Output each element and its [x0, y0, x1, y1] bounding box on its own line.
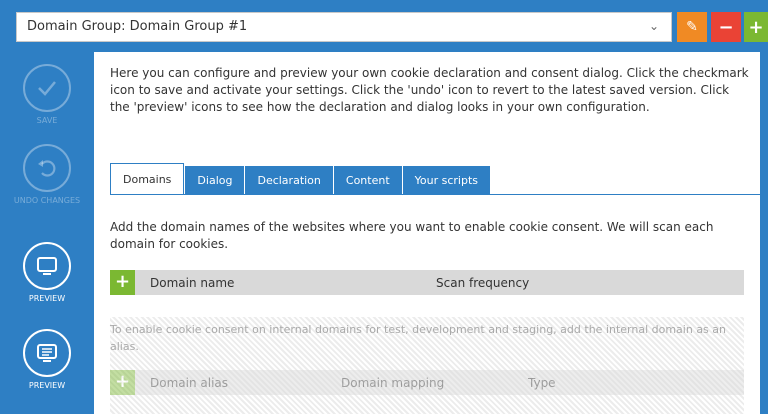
add-group-button[interactable]: + — [744, 12, 768, 42]
sidebar: SAVE UNDO CHANGES PREVIEW PREVIEW — [0, 52, 94, 414]
right-edge — [760, 52, 768, 414]
save-button[interactable]: SAVE — [0, 64, 94, 125]
undo-button[interactable]: UNDO CHANGES — [0, 144, 94, 205]
col-type: Type — [528, 376, 556, 390]
col-domain-mapping: Domain mapping — [341, 376, 445, 390]
preview-declaration-button[interactable]: PREVIEW — [0, 329, 94, 390]
undo-label: UNDO CHANGES — [13, 196, 81, 205]
checkmark-icon — [23, 64, 71, 112]
tab-content[interactable]: Content — [333, 166, 402, 195]
tab-underline — [110, 194, 760, 195]
domain-group-select-value: Domain Group: Domain Group #1 — [27, 19, 248, 34]
alias-note: To enable cookie consent on internal dom… — [110, 323, 726, 353]
add-domain-button[interactable]: + — [110, 270, 135, 295]
edit-group-button[interactable]: ✎ — [677, 12, 707, 42]
tab-declaration[interactable]: Declaration — [245, 166, 333, 195]
domain-table-header: + Domain name Scan frequency — [110, 270, 744, 295]
pencil-icon: ✎ — [686, 19, 698, 35]
col-domain-name: Domain name — [150, 276, 235, 290]
alias-table-header: + Domain alias Domain mapping Type — [110, 370, 744, 395]
plus-icon: + — [748, 16, 764, 38]
domain-group-select[interactable]: Domain Group: Domain Group #1 ⌄ — [16, 12, 672, 42]
preview-dialog-button[interactable]: PREVIEW — [0, 242, 94, 303]
col-domain-alias: Domain alias — [150, 376, 229, 390]
tab-your-scripts[interactable]: Your scripts — [402, 166, 491, 195]
intro-text: Here you can configure and preview your … — [110, 66, 749, 114]
main-panel: Here you can configure and preview your … — [94, 52, 760, 414]
tab-bar: Domains Dialog Declaration Content Your … — [110, 163, 491, 195]
tab-domains[interactable]: Domains — [110, 163, 185, 195]
domains-description: Add the domain names of the websites whe… — [110, 220, 714, 251]
monitor-document-icon — [23, 329, 71, 377]
chevron-down-icon[interactable]: ⌄ — [649, 19, 659, 33]
remove-group-button[interactable]: − — [711, 12, 741, 42]
col-scan-frequency: Scan frequency — [436, 276, 530, 290]
add-alias-button[interactable]: + — [110, 370, 135, 395]
tab-dialog[interactable]: Dialog — [185, 166, 245, 195]
save-label: SAVE — [36, 116, 58, 125]
monitor-icon — [23, 242, 71, 290]
undo-icon — [23, 144, 71, 192]
preview-label-1: PREVIEW — [28, 294, 66, 303]
top-bar: Domain Group: Domain Group #1 ⌄ ✎ − + — [0, 0, 768, 52]
preview-label-2: PREVIEW — [28, 381, 66, 390]
minus-icon: − — [718, 16, 734, 38]
